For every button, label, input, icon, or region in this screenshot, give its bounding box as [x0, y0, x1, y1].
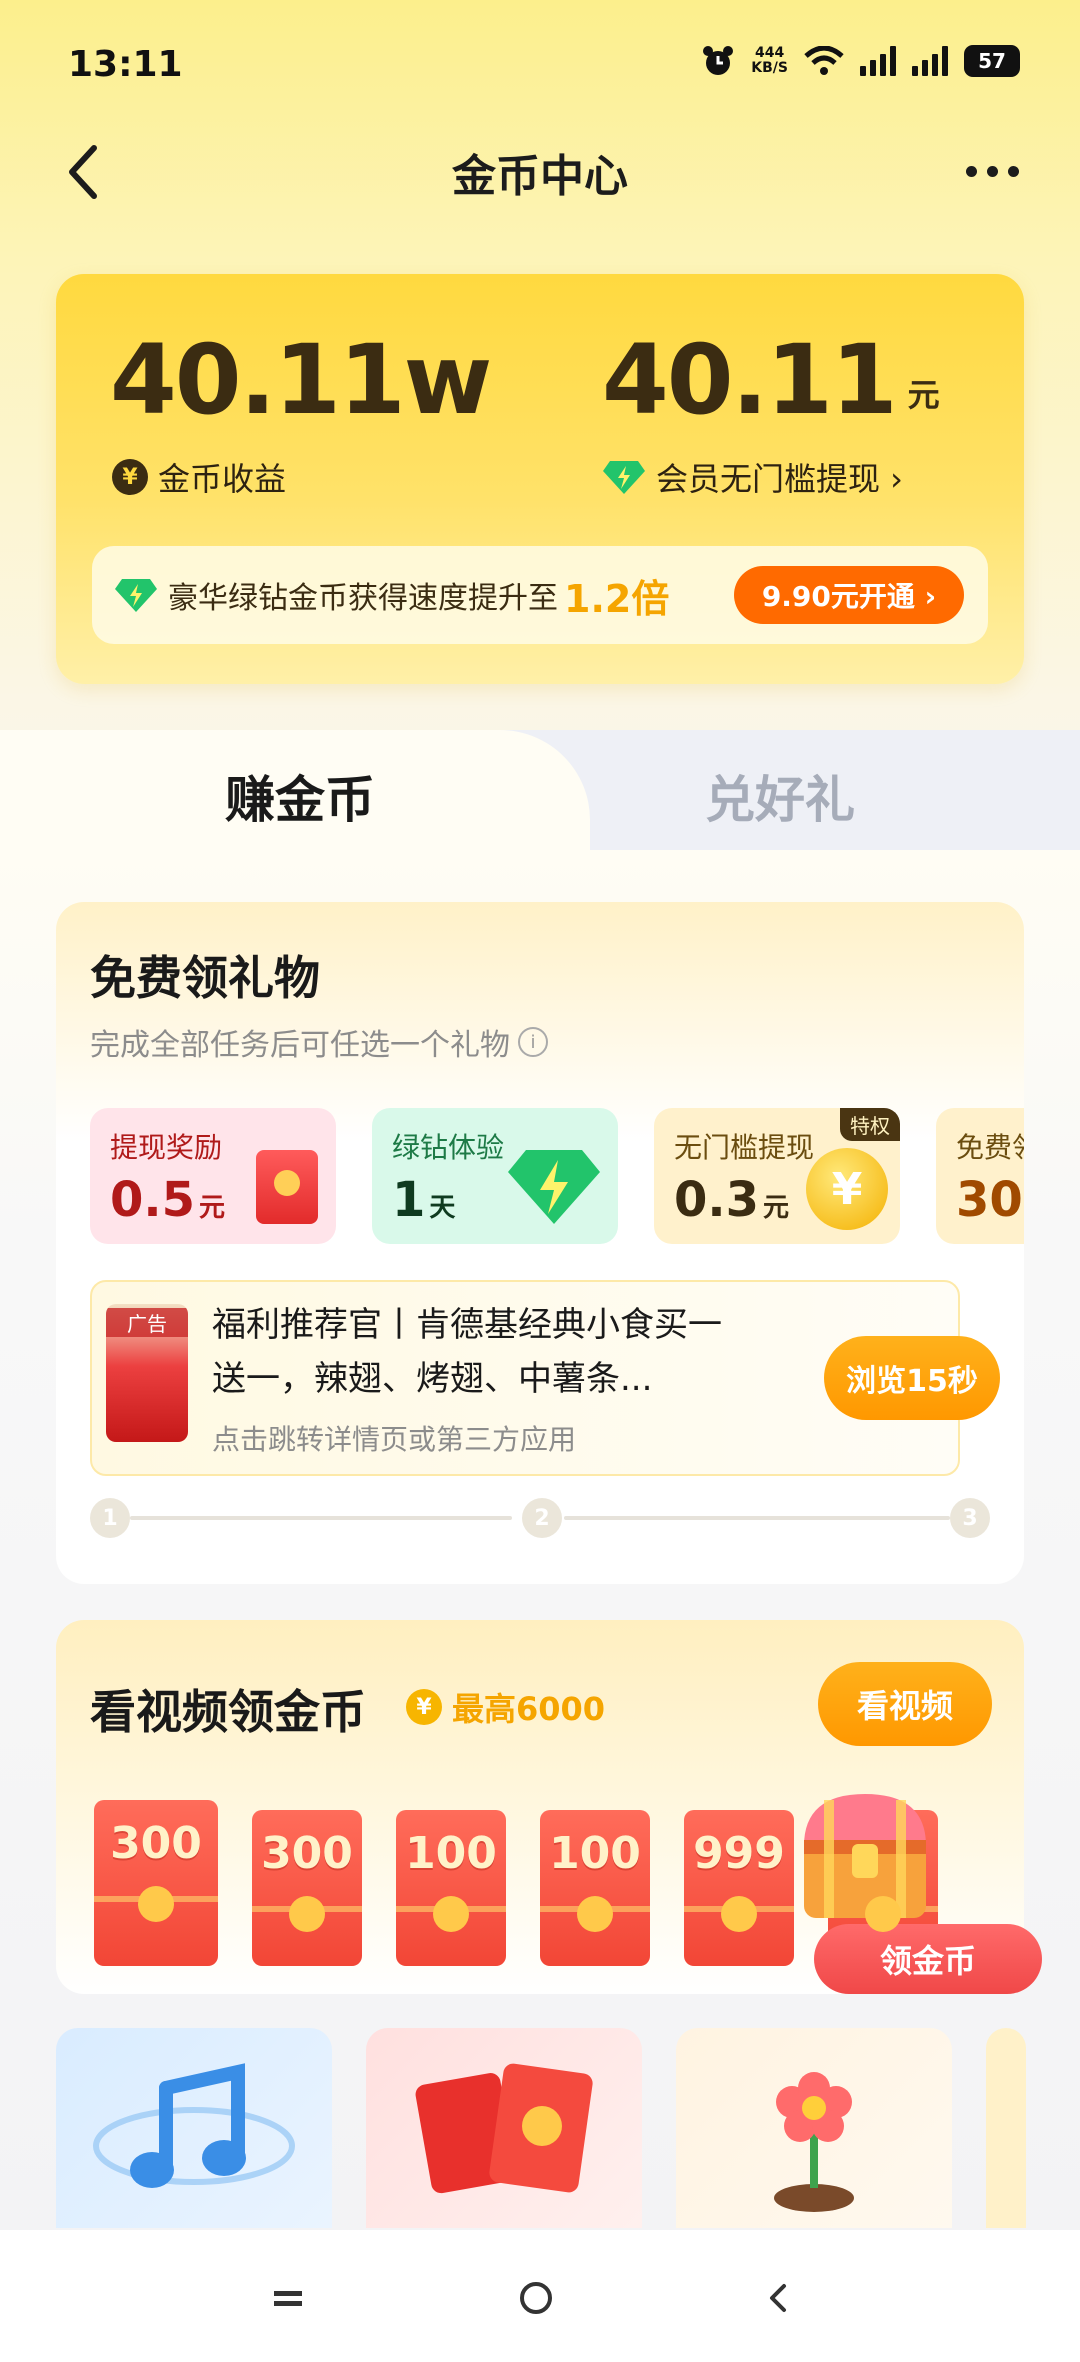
- status-time: 13:11: [68, 44, 183, 85]
- ad-thumbnail-image: 广告: [106, 1304, 188, 1442]
- battery-icon: 57: [964, 45, 1020, 77]
- red-envelope-icon: [256, 1150, 318, 1224]
- tab-earn-coins[interactable]: 赚金币: [0, 760, 600, 832]
- reward-envelope[interactable]: 100: [396, 1810, 506, 1966]
- watch-video-button[interactable]: 看视频: [818, 1662, 992, 1746]
- gift-option-withdraw-reward[interactable]: 提现奖励 0.5 元: [90, 1108, 336, 1244]
- vip-multiplier: 1.2倍: [564, 576, 670, 621]
- watch-video-title: 看视频领金币: [90, 1685, 366, 1739]
- tab-redeem-gifts[interactable]: 兑好礼: [570, 760, 990, 832]
- cash-unit: 元: [907, 376, 940, 414]
- network-speed: 444 KB/S: [751, 45, 788, 76]
- claim-coins-button[interactable]: 领金币: [814, 1924, 1042, 1994]
- status-icons: 444 KB/S 57: [701, 44, 1020, 78]
- balance-card: 40.11w 40.11 元 ¥ 金币收益 会员无门槛提现 › 豪华绿钻金币获得…: [56, 274, 1024, 684]
- gift-option-free[interactable]: 免费领 300: [936, 1108, 1024, 1244]
- chevron-left-icon: [770, 2284, 786, 2312]
- progress-step: 2: [522, 1498, 562, 1538]
- green-diamond-icon: [115, 579, 157, 612]
- free-gift-subtitle: 完成全部任务后可任选一个礼物 i: [90, 1020, 548, 1064]
- gift-options-list: 提现奖励 0.5元 绿钻体验 1天 无门槛提现 0.3元 ¥ 特权 免费领 30…: [90, 1108, 1024, 1248]
- vip-open-button[interactable]: 9.90元开通 ›: [734, 566, 964, 624]
- vip-promo-bar[interactable]: 豪华绿钻金币获得速度提升至 1.2倍 9.90元开通 ›: [92, 546, 988, 644]
- signal-icon-2: [912, 46, 948, 76]
- cash-value: 40.11: [602, 324, 898, 436]
- reward-envelope[interactable]: 300: [252, 1810, 362, 1966]
- coin-icon: ¥: [406, 1689, 442, 1725]
- more-dot-icon: [1007, 165, 1019, 177]
- more-dot-icon: [965, 165, 977, 177]
- ad-title: 福利推荐官丨肯德基经典小食买一送一，辣翅、烤翅、中薯条...: [212, 1305, 722, 1399]
- gift-option-threshold-free-withdraw[interactable]: 无门槛提现 0.3 元 ¥ 特权: [654, 1108, 900, 1244]
- free-gift-title: 免费领礼物: [90, 951, 320, 1005]
- cash-balance: 40.11 元: [602, 324, 940, 436]
- more-button[interactable]: [960, 156, 1024, 186]
- browse-ad-button[interactable]: 浏览15秒: [824, 1336, 1000, 1420]
- free-gift-card: 免费领礼物 完成全部任务后可任选一个礼物 i 提现奖励 0.5 元 绿钻体验 1天…: [56, 902, 1024, 1584]
- music-note-icon: [93, 2063, 295, 2188]
- coin-earnings-label: ¥ 金币收益: [112, 454, 286, 500]
- yen-coin-icon: ¥: [112, 459, 148, 495]
- music-task-tile[interactable]: [56, 2028, 332, 2228]
- ad-hint: 点击跳转详情页或第三方应用: [212, 1423, 577, 1456]
- back-nav-button[interactable]: [738, 2258, 818, 2338]
- coin-balance: 40.11w: [110, 324, 492, 436]
- gold-coin-icon: ¥: [806, 1148, 888, 1230]
- privilege-badge: 特权: [840, 1108, 900, 1141]
- red-envelope-icon: [415, 2063, 593, 2194]
- more-task-tile[interactable]: [986, 2028, 1026, 2228]
- more-dot-icon: [986, 165, 998, 177]
- flower-icon: [774, 2072, 854, 2212]
- flower-task-tile[interactable]: [676, 2028, 952, 2228]
- progress-step: 1: [90, 1498, 130, 1538]
- gift-option-green-diamond-trial[interactable]: 绿钻体验 1天: [372, 1108, 618, 1244]
- menu-nav-button[interactable]: [248, 2258, 328, 2338]
- ad-tag: 广告: [106, 1308, 188, 1337]
- home-nav-button[interactable]: [496, 2258, 576, 2338]
- green-diamond-icon: [603, 461, 645, 494]
- withdraw-link[interactable]: 会员无门槛提现 ›: [602, 454, 903, 500]
- red-envelope-task-tile[interactable]: [366, 2028, 642, 2228]
- reward-envelope[interactable]: 100: [540, 1810, 650, 1966]
- green-diamond-icon: [508, 1150, 600, 1224]
- wifi-icon: [804, 46, 844, 75]
- info-icon[interactable]: i: [518, 1027, 548, 1057]
- page-title: 金币中心: [452, 151, 628, 202]
- max-reward-label: ¥ 最高6000: [406, 1684, 605, 1730]
- home-circle-icon: [520, 2282, 552, 2314]
- signal-icon: [860, 46, 896, 76]
- reward-envelope[interactable]: 999: [684, 1810, 794, 1966]
- progress-step: 3: [950, 1498, 990, 1538]
- menu-icon: [274, 2291, 302, 2306]
- vip-promo-text: 豪华绿钻金币获得速度提升至: [168, 581, 558, 616]
- alarm-icon: [703, 46, 734, 75]
- ad-task-box[interactable]: 广告 福利推荐官丨肯德基经典小食买一送一，辣翅、烤翅、中薯条... 点击跳转详情…: [90, 1280, 1000, 1476]
- task-progress: 1 2 3: [90, 1498, 990, 1538]
- reward-envelope[interactable]: 300: [94, 1800, 218, 1966]
- system-navigation-bar: [0, 2230, 1080, 2362]
